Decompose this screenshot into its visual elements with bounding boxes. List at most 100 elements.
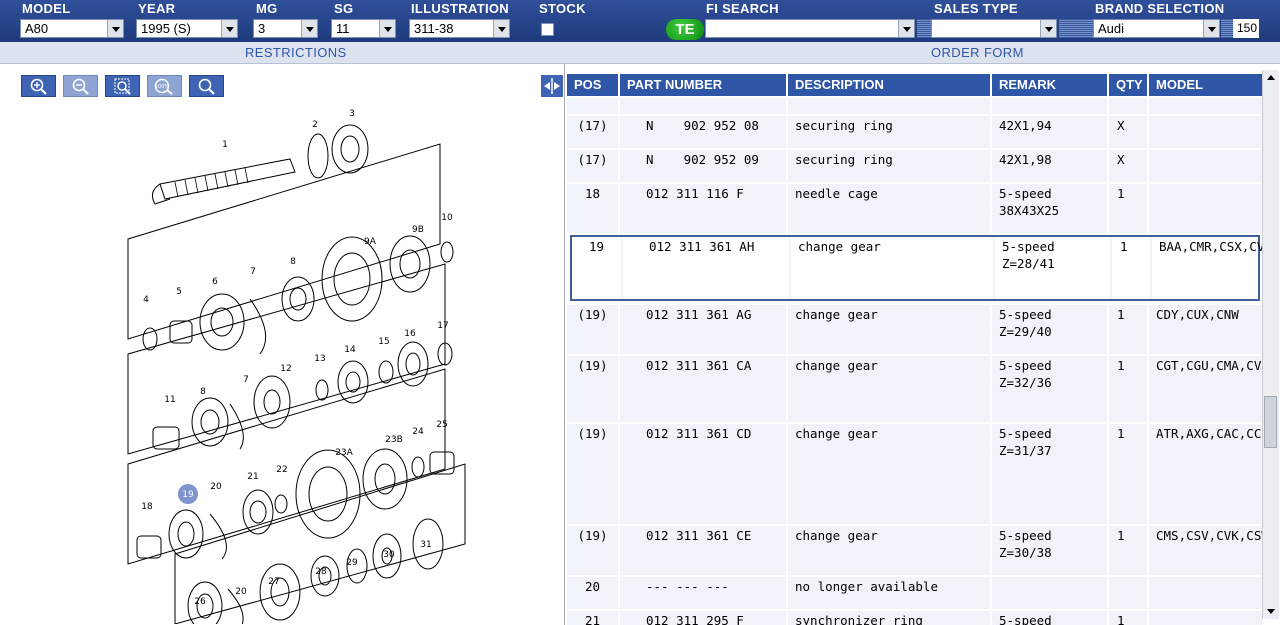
svg-text:6: 6 — [212, 277, 218, 287]
svg-text:9B: 9B — [412, 225, 424, 235]
svg-text:27: 27 — [268, 577, 279, 587]
zoom-100-button[interactable]: 100% — [147, 75, 182, 97]
chevron-down-icon[interactable] — [493, 20, 509, 37]
brand-select[interactable]: Audi — [1093, 19, 1220, 38]
sg-value: 11 — [336, 21, 350, 36]
zoom-100-icon: 100% — [154, 78, 173, 95]
brand-value: Audi — [1098, 21, 1125, 36]
table-row[interactable]: (19) 012 311 361 CE change gear 5-speed … — [567, 524, 1262, 575]
mg-value: 3 — [258, 21, 266, 36]
table-row[interactable]: (19) 012 311 361 CA change gear 5-speed … — [567, 354, 1262, 422]
divider-stripe — [1059, 19, 1093, 38]
chevron-down-icon[interactable] — [379, 20, 395, 37]
table-row[interactable] — [567, 96, 1262, 114]
scroll-down-icon[interactable] — [1263, 603, 1279, 619]
chevron-down-icon[interactable] — [301, 20, 317, 37]
svg-text:9A: 9A — [364, 237, 377, 247]
svg-text:4: 4 — [143, 295, 149, 305]
order-form-heading[interactable]: ORDER FORM — [931, 45, 1024, 60]
table-row[interactable]: 20 --- --- --- no longer available — [567, 575, 1262, 609]
svg-text:29: 29 — [346, 558, 358, 568]
zoom-out-button[interactable] — [63, 75, 98, 97]
zoom-in-button[interactable] — [21, 75, 56, 97]
illustration-label: ILLUSTRATION — [411, 1, 509, 16]
model-select[interactable]: A80 — [20, 19, 124, 38]
illustration-select[interactable]: 311-38 — [409, 19, 510, 38]
svg-text:10: 10 — [441, 213, 453, 223]
sales-type-label: SALES TYPE — [934, 1, 1018, 16]
svg-text:26: 26 — [194, 597, 206, 607]
svg-text:25: 25 — [436, 420, 447, 430]
zoom-100-text: 100% — [155, 84, 170, 90]
table-row[interactable]: (17) N 902 952 08 securing ring 42X1,94 … — [567, 114, 1262, 148]
svg-text:1: 1 — [222, 140, 228, 150]
year-select[interactable]: 1995 (S) — [136, 19, 238, 38]
illustration-value: 311-38 — [414, 21, 454, 36]
zoom-area-icon — [114, 78, 131, 95]
table-row[interactable]: 21 012 311 295 F synchronizer ring 5-spe… — [567, 609, 1262, 625]
svg-text:14: 14 — [344, 345, 356, 355]
table-row[interactable]: (19) 012 311 361 CD change gear 5-speed … — [567, 422, 1262, 524]
mg-select[interactable]: 3 — [253, 19, 318, 38]
col-pos[interactable]: POS — [567, 74, 618, 96]
svg-text:30: 30 — [383, 550, 395, 560]
model-value: A80 — [25, 21, 49, 36]
vertical-scrollbar[interactable] — [1262, 70, 1279, 619]
svg-text:20: 20 — [235, 587, 247, 597]
scroll-up-icon[interactable] — [1263, 70, 1279, 86]
svg-text:28: 28 — [315, 567, 327, 577]
svg-text:13: 13 — [314, 354, 325, 364]
svg-text:16: 16 — [404, 329, 416, 339]
toggle-pane-button[interactable] — [541, 75, 563, 97]
svg-text:12: 12 — [280, 364, 291, 374]
illustration-pane: 100% 1 2 3 4 5 6 7 8 9A 9B 10 11 8 7 12 … — [0, 64, 565, 625]
exploded-gear-diagram[interactable]: 1 2 3 4 5 6 7 8 9A 9B 10 11 8 7 12 13 14… — [100, 104, 480, 624]
sg-label: SG — [334, 1, 354, 16]
svg-text:3: 3 — [349, 109, 355, 119]
col-part-number[interactable]: PART NUMBER — [618, 74, 786, 96]
svg-text:24: 24 — [412, 427, 424, 437]
te-badge-icon[interactable]: TE — [666, 19, 704, 40]
table-row[interactable]: 18 012 311 116 F needle cage 5-speed 38X… — [567, 182, 1262, 233]
svg-text:18: 18 — [141, 502, 153, 512]
zoom-area-button[interactable] — [105, 75, 140, 97]
year-value: 1995 (S) — [141, 21, 191, 36]
stock-label: STOCK — [539, 1, 586, 16]
table-row[interactable]: (19) 012 311 361 AG change gear 5-speed … — [567, 303, 1262, 354]
split-arrows-icon — [544, 78, 560, 94]
svg-text:17: 17 — [437, 321, 448, 331]
chevron-down-icon[interactable] — [107, 20, 123, 37]
chevron-down-icon[interactable] — [1040, 20, 1056, 37]
sg-select[interactable]: 11 — [331, 19, 396, 38]
search-button[interactable] — [189, 75, 224, 97]
table-row[interactable]: (17) N 902 952 09 securing ring 42X1,98 … — [567, 148, 1262, 182]
chevron-down-icon[interactable] — [1203, 20, 1219, 37]
col-qty[interactable]: QTY — [1107, 74, 1147, 96]
svg-text:7: 7 — [243, 375, 249, 385]
restrictions-heading[interactable]: RESTRICTIONS — [245, 45, 347, 60]
callout-19-text: 19 — [182, 490, 194, 500]
top-filter-bar: MODEL A80 YEAR 1995 (S) MG 3 SG 11 ILLUS… — [0, 0, 1280, 42]
chevron-down-icon[interactable] — [898, 20, 914, 37]
col-remark[interactable]: REMARK — [990, 74, 1107, 96]
svg-text:8: 8 — [290, 257, 296, 267]
scroll-thumb[interactable] — [1264, 396, 1277, 448]
sales-type-select[interactable] — [931, 19, 1057, 38]
col-model[interactable]: MODEL — [1147, 74, 1262, 96]
chevron-down-icon[interactable] — [221, 20, 237, 37]
stock-checkbox[interactable] — [541, 23, 554, 36]
section-header-bar: RESTRICTIONS ORDER FORM — [0, 42, 1280, 64]
divider-stripe — [1221, 19, 1233, 38]
col-description[interactable]: DESCRIPTION — [786, 74, 990, 96]
svg-text:23B: 23B — [385, 435, 403, 445]
brand-selection-label: BRAND SELECTION — [1095, 1, 1225, 16]
svg-text:15: 15 — [378, 337, 389, 347]
svg-text:7: 7 — [250, 267, 256, 277]
svg-text:8: 8 — [200, 387, 206, 397]
table-row-selected[interactable]: 19 012 311 361 AH change gear 5-speed Z=… — [570, 235, 1262, 301]
svg-text:21: 21 — [247, 472, 258, 482]
fi-search-label: FI SEARCH — [706, 1, 779, 16]
year-label: YEAR — [138, 1, 176, 16]
table-header: POS PART NUMBER DESCRIPTION REMARK QTY M… — [567, 74, 1262, 96]
fi-search-select[interactable] — [705, 19, 915, 38]
